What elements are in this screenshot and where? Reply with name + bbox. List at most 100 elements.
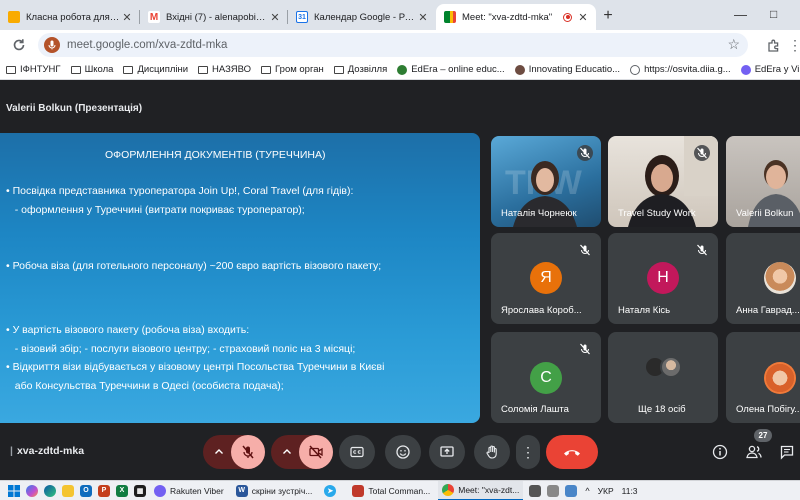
close-tab-icon[interactable]: ✕ [416,11,430,24]
captions-button[interactable] [339,435,375,469]
taskbar-telegram[interactable]: ➤ [320,481,344,500]
participant-tile[interactable]: Анна Гаврад... [726,233,800,324]
minimize-button[interactable]: — [734,0,747,28]
reload-icon[interactable] [8,34,30,56]
taskbar-powerpoint[interactable]: P [98,481,110,500]
bookmark-folder[interactable]: Школа [70,64,113,75]
more-options-button[interactable]: ⋮ [516,435,540,469]
taskbar-app-label: Rakuten Viber [170,485,224,496]
present-screen-button[interactable] [429,435,465,469]
bookmark-label: EdEra у Viber [754,64,800,75]
taskbar-outlook[interactable]: O [80,481,92,500]
mic-toggle-button[interactable] [231,435,265,469]
meeting-details-button[interactable] [706,435,734,469]
bookmark-folder[interactable]: Дисципліни [123,64,188,75]
muted-mic-icon [694,145,710,161]
bookmark-folder[interactable]: Гром орган [261,64,324,75]
bookmark-label: Дисципліни [137,64,189,75]
chat-button[interactable] [774,435,800,469]
taskbar-app-2[interactable] [529,481,542,500]
participant-photo [660,356,682,378]
language-indicator[interactable]: УКР [598,481,614,500]
participant-tile[interactable]: Я Ярослава Короб... [491,233,601,324]
camera-off-icon [309,445,323,459]
taskbar-explorer[interactable] [62,481,74,500]
participant-tile[interactable]: TRW Наталія Чорнеюк [491,136,601,227]
slide-line: • Посвідка представника туроператора Joi… [6,185,354,197]
participant-name: Олена Побігу... [736,404,800,415]
hand-icon [486,445,497,459]
close-tab-icon[interactable]: ✕ [576,11,590,24]
participant-tile[interactable]: С Соломія Лашта [491,332,601,423]
participant-tile[interactable]: Valerii Bolkun [726,136,800,227]
taskbar-viber[interactable]: Rakuten Viber [150,481,228,500]
extensions-icon[interactable] [762,34,784,56]
app-icon [565,484,578,497]
bookmark-folder[interactable]: ІФНТУНГ [6,64,61,75]
classroom-icon [8,11,20,23]
meeting-code-text: xva-zdtd-mka [16,445,85,457]
participant-name: Ярослава Короб... [501,305,582,316]
bookmark-link[interactable]: EdEra у Viber [740,64,800,75]
taskbar-total-commander[interactable]: Total Comman... [348,481,434,500]
tab-classroom[interactable]: Класна робота для курсу "Гео ✕ [0,4,140,30]
participant-avatar: С [530,362,562,394]
video-options-chevron-icon[interactable] [275,435,299,469]
participant-tile[interactable]: Олена Побігу... [726,332,800,423]
taskbar-app-label: Total Comman... [368,485,431,496]
taskbar-chrome[interactable]: Meet: "xva-zdt... [438,480,524,500]
bookmark-link[interactable]: Innovating Educatio... [514,64,620,75]
slide-line: або Консульства Туреччини в Одесі (особи… [6,380,284,392]
participant-avatar: Н [647,262,679,294]
taskbar-excel[interactable]: X [116,481,128,500]
close-tab-icon[interactable]: ✕ [268,11,282,24]
bookmark-link[interactable]: https://osvita.diia.g... [630,64,731,75]
bookmark-folder[interactable]: Дозвілля [333,64,387,75]
close-tab-icon[interactable]: ✕ [120,11,134,24]
tab-gmail[interactable]: M Вхідні (7) - alenapobigun@gma ✕ [140,4,288,30]
maximize-button[interactable]: □ [770,0,777,28]
menu-icon[interactable]: ⋮ [784,34,800,56]
more-vert-icon: ⋮ [521,443,535,460]
folder-icon [123,65,134,74]
people-icon [746,445,762,459]
outlook-icon: O [80,484,92,497]
participant-name: Анна Гаврад... [736,305,800,316]
calendar-icon: 31 [296,11,308,23]
bookmark-folder[interactable]: НАЗЯВО [198,64,251,75]
audio-options-chevron-icon[interactable] [207,435,231,469]
recording-icon [563,12,572,22]
taskbar-app-4[interactable] [565,481,578,500]
url-text: meet.google.com/xva-zdtd-mka [67,39,228,51]
muted-mic-icon [697,244,707,256]
windows-icon [8,484,20,497]
clock[interactable]: 11:3 [622,481,638,500]
copilot-button[interactable] [26,481,38,500]
taskbar-edge[interactable] [44,481,56,500]
taskbar-word[interactable]: W скріни зустріч... [232,481,317,500]
folder-icon [70,65,81,74]
app-icon [547,484,560,497]
start-button[interactable] [8,481,20,500]
slide-line: • Відкриття візи відбувається у візовому… [6,361,385,373]
participant-tile[interactable]: Travel Study Work [608,136,718,227]
camera-toggle-button[interactable] [299,435,333,469]
copilot-icon [26,484,38,497]
reactions-button[interactable] [385,435,421,469]
participant-tile[interactable]: Н Наталя Кісь [608,233,718,324]
leave-call-button[interactable] [546,435,598,469]
more-participants-tile[interactable]: Ще 18 осіб [608,332,718,423]
show-hidden-icons[interactable]: ^ [585,481,589,500]
taskbar-app-3[interactable] [547,481,560,500]
bookmark-star-icon[interactable]: ☆ [727,36,740,53]
address-input[interactable]: meet.google.com/xva-zdtd-mka ☆ [38,33,748,57]
taskbar-store[interactable]: ▦ [134,481,146,500]
new-tab-button[interactable]: + [596,4,620,30]
site-info-icon[interactable] [44,37,60,53]
bookmark-link[interactable]: EdEra – online educ... [397,64,505,75]
tab-meet[interactable]: Meet: "xva-zdtd-mka" ✕ [436,4,596,30]
slide-line: • У вартість візового пакету (робоча віз… [6,324,250,336]
raise-hand-button[interactable] [474,435,510,469]
folder-icon [198,65,209,74]
tab-calendar[interactable]: 31 Календар Google - Розклад по ✕ [288,4,436,30]
